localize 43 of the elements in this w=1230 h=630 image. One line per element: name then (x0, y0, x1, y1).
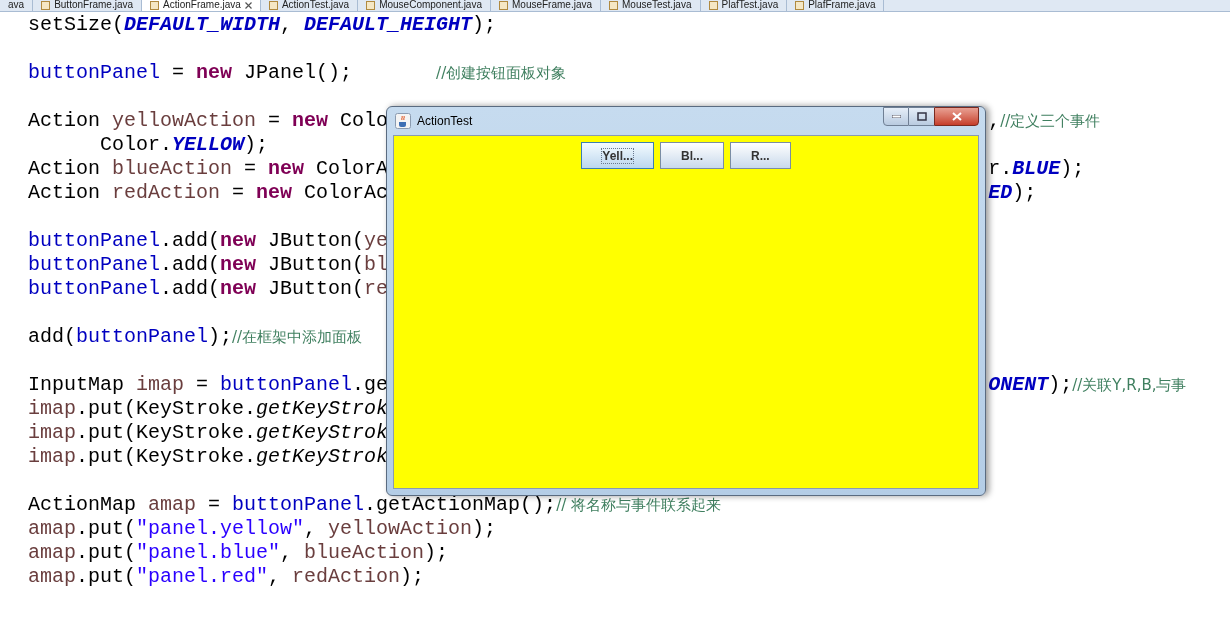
code-line: imap.put(KeyStroke.getKeyStrok (28, 421, 389, 444)
code-line: amap.put("panel.yellow", yellowAction); (28, 517, 497, 540)
code-line: ONENT);//关联Y,R,B,与事 (988, 373, 1187, 396)
code-line: buttonPanel.add(new JButton(ye (28, 229, 389, 252)
close-button[interactable] (934, 107, 979, 126)
code-line: ED); (988, 181, 1037, 204)
code-line: Action blueAction = new ColorA (28, 157, 389, 180)
java-file-icon (499, 0, 508, 10)
code-line: imap.put(KeyStroke.getKeyStrok (28, 445, 389, 468)
minimize-button[interactable] (883, 107, 909, 126)
maximize-icon (916, 112, 927, 121)
coffee-cup-icon (395, 113, 411, 129)
code-line: Action yellowAction = new Colo (28, 109, 389, 132)
code-line: Action redAction = new ColorAc (28, 181, 389, 204)
java-file-icon (150, 0, 160, 10)
close-icon (951, 112, 962, 121)
java-file-icon (366, 0, 376, 10)
color-button[interactable]: Bl... (660, 142, 724, 169)
code-line: Color.YELLOW); (99, 133, 269, 156)
minimize-icon (891, 115, 901, 118)
java-file-icon (268, 0, 278, 10)
java-file-icon (41, 0, 51, 10)
java-file-icon (609, 0, 618, 10)
code-line: InputMap imap = buttonPanel.ge (28, 373, 389, 396)
color-button[interactable]: R... (730, 142, 791, 169)
color-button[interactable]: Yell... (581, 142, 654, 169)
code-line: add(buttonPanel);//在框架中添加面板 (28, 325, 363, 348)
close-tab-icon[interactable] (244, 1, 252, 9)
editor-tab[interactable]: ActionFrame.java (142, 0, 261, 11)
code-line: amap.put("panel.blue", blueAction); (28, 541, 449, 564)
code-line: buttonPanel.add(new JButton(bl (28, 253, 389, 276)
java-file-icon (708, 0, 718, 10)
code-line: r.BLUE); (988, 157, 1085, 180)
code-line: ActionMap amap = buttonPanel.getActionMap();// 将名称与事件联系起来 (28, 493, 721, 516)
code-line: ,//定义三个事件 (988, 109, 1101, 132)
code-line: setSize(DEFAULT_WIDTH, DEFAULT_HEIGHT); (28, 13, 497, 36)
code-line: imap.put(KeyStroke.getKeyStrok (28, 397, 389, 420)
code-line: buttonPanel = new JPanel(); //创建按钮面板对象 (28, 61, 567, 84)
java-file-icon (795, 0, 805, 10)
code-line: amap.put("panel.red", redAction); (28, 565, 425, 588)
code-line: buttonPanel.add(new JButton(re (28, 277, 389, 300)
window-title: ActionTest (417, 113, 473, 130)
maximize-button[interactable] (909, 107, 934, 126)
